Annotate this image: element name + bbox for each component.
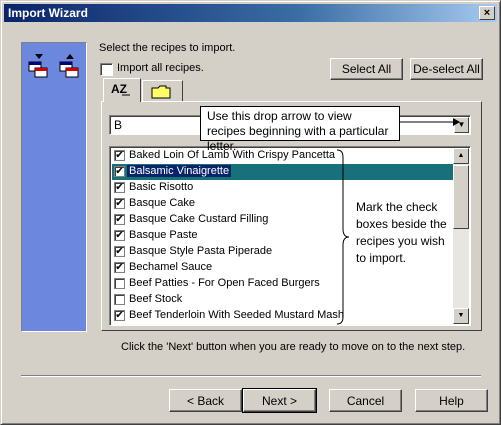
back-button[interactable]: < Back <box>169 389 242 412</box>
import-wizard-window: Import Wizard × Select the recipes to im… <box>0 0 501 425</box>
deselect-all-button[interactable]: De-select All <box>410 58 483 80</box>
cancel-button[interactable]: Cancel <box>329 389 402 412</box>
next-button[interactable]: Next > <box>242 388 317 413</box>
import-all-checkbox[interactable] <box>100 63 113 76</box>
recipe-name: Basic Risotto <box>129 181 194 193</box>
next-step-hint: Click the 'Next' button when you are rea… <box>121 341 466 353</box>
close-icon: × <box>483 7 491 19</box>
recipe-checkbox[interactable] <box>114 294 125 305</box>
recipe-checkbox[interactable]: ✔ <box>114 262 125 273</box>
title-bar: Import Wizard × <box>4 4 497 22</box>
scroll-up-button[interactable]: ▲ <box>453 148 469 164</box>
recipe-checkbox[interactable]: ✔ <box>114 198 125 209</box>
tab-folder[interactable] <box>142 80 183 102</box>
close-button[interactable]: × <box>479 6 495 20</box>
footer-separator <box>21 375 481 377</box>
help-button[interactable]: Help <box>415 389 488 412</box>
folder-icon <box>151 85 171 99</box>
recipe-checkbox[interactable]: ✔ <box>114 150 125 161</box>
callout-bracket <box>336 149 350 325</box>
recipe-checkbox[interactable]: ✔ <box>114 246 125 257</box>
callout-pointer-arrow <box>399 118 460 126</box>
recipe-checkbox[interactable]: ✔ <box>114 214 125 225</box>
scroll-down-icon: ▼ <box>457 312 465 319</box>
select-all-button[interactable]: Select All <box>330 58 403 80</box>
recipe-checkbox[interactable]: ✔ <box>114 230 125 241</box>
recipe-list-item[interactable]: ✔ Balsamic Vinaigrette <box>112 164 456 180</box>
import-arrow-down-icon <box>28 54 48 78</box>
letter-value: B <box>114 118 123 132</box>
recipe-list-item[interactable]: ✔ Baked Loin Of Lamb With Crispy Pancetta <box>112 148 456 164</box>
scroll-down-button[interactable]: ▼ <box>453 308 469 324</box>
recipe-list-item[interactable]: Beef Stock <box>112 292 456 308</box>
callout-check-boxes: Mark the check boxes beside the recipes … <box>356 200 447 265</box>
sort-underline-icon <box>122 94 130 96</box>
scroll-up-icon: ▲ <box>457 152 465 159</box>
recipe-checkbox[interactable]: ✔ <box>114 310 125 321</box>
recipe-name: Basque Cake Custard Filling <box>129 213 269 225</box>
instruction-text: Select the recipes to import. <box>99 42 236 54</box>
recipe-name: Balsamic Vinaigrette <box>127 165 232 177</box>
recipe-list-item[interactable]: ✔ Beef Tenderloin With Seeded Mustard Mas… <box>112 308 456 324</box>
callout-drop-arrow: Use this drop arrow to view recipes begi… <box>200 106 400 153</box>
recipe-name: Beef Patties - For Open Faced Burgers <box>129 277 320 289</box>
side-panel <box>21 42 87 332</box>
tab-alphabetical[interactable]: AZ <box>103 78 141 102</box>
recipe-list-item[interactable]: Beef Patties - For Open Faced Burgers <box>112 276 456 292</box>
import-all-label: Import all recipes. <box>117 62 204 74</box>
recipe-name: Basque Style Pasta Piperade <box>129 245 273 257</box>
recipe-checkbox[interactable]: ✔ <box>114 166 125 177</box>
window-title: Import Wizard <box>8 6 88 20</box>
recipe-name: Beef Stock <box>129 293 183 305</box>
import-arrow-up-icon <box>59 54 79 78</box>
recipe-name: Basque Cake <box>129 197 196 209</box>
recipe-name: Basque Paste <box>129 229 198 241</box>
recipe-checkbox[interactable] <box>114 278 125 289</box>
recipe-list-item[interactable]: ✔ Basic Risotto <box>112 180 456 196</box>
recipe-checkbox[interactable]: ✔ <box>114 182 125 193</box>
recipe-name: Beef Tenderloin With Seeded Mustard Mash <box>129 309 345 321</box>
recipe-name: Bechamel Sauce <box>129 261 213 273</box>
